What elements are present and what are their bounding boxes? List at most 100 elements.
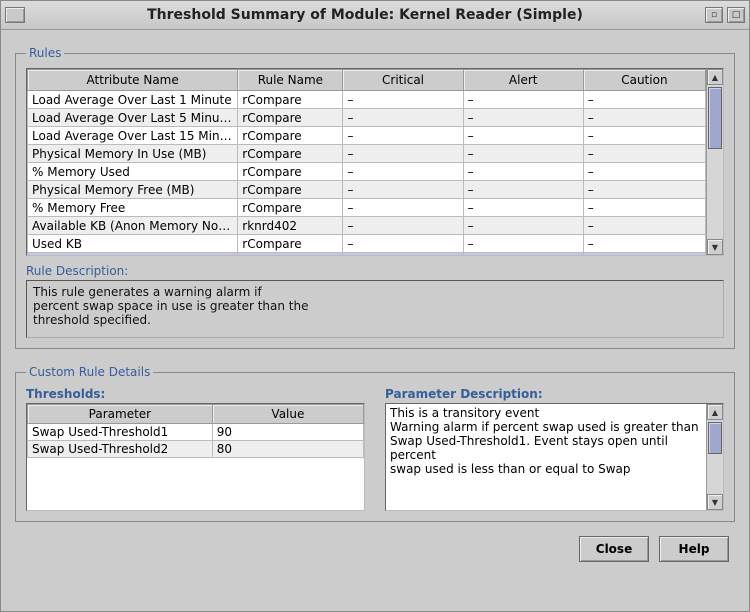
- window-menu-icon[interactable]: [5, 7, 25, 23]
- cell-attribute: Used KB: [28, 235, 238, 253]
- cell-alert: –: [463, 235, 583, 253]
- parameter-desc-label: Parameter Description:: [385, 387, 724, 401]
- rules-table: Attribute Name Rule Name Critical Alert …: [27, 69, 706, 255]
- cell-critical: –: [343, 181, 463, 199]
- dialog-button-row: Close Help: [15, 530, 735, 562]
- cell-critical: –: [343, 163, 463, 181]
- cell-caution: –: [583, 181, 705, 199]
- cell-attribute: Load Average Over Last 15 Minutes: [28, 127, 238, 145]
- col-header-value[interactable]: Value: [212, 405, 363, 424]
- cell-parameter: Swap Used-Threshold2: [28, 441, 213, 458]
- cell-caution: –: [583, 217, 705, 235]
- cell-alert: –: [463, 181, 583, 199]
- cell-rule: rCompare: [238, 199, 343, 217]
- cell-rule: rCompare: [238, 163, 343, 181]
- custom-rule-details-group: Custom Rule Details Thresholds: Paramete…: [15, 365, 735, 522]
- thresholds-table: Parameter Value Swap Used-Threshold190Sw…: [27, 404, 364, 458]
- scroll-up-icon[interactable]: ▲: [707, 404, 723, 420]
- cell-attribute: % Memory Free: [28, 199, 238, 217]
- table-row[interactable]: Physical Memory In Use (MB)rCompare–––: [28, 145, 706, 163]
- cell-critical: –: [343, 145, 463, 163]
- titlebar: Threshold Summary of Module: Kernel Read…: [1, 1, 749, 30]
- cell-attribute: % Swap Used: [28, 253, 238, 256]
- parameter-desc-container: This is a transitory event Warning alarm…: [385, 403, 724, 511]
- rules-legend: Rules: [26, 46, 64, 60]
- table-row[interactable]: Swap Used-Threshold190: [28, 424, 364, 441]
- cell-rule: rCompare: [238, 127, 343, 145]
- table-row[interactable]: Available KB (Anon Memory Not …rknrd402 –…: [28, 217, 706, 235]
- cell-caution: –: [583, 109, 705, 127]
- table-row[interactable]: Swap Used-Threshold280: [28, 441, 364, 458]
- thresholds-table-container: Parameter Value Swap Used-Threshold190Sw…: [26, 403, 365, 511]
- col-header-attribute[interactable]: Attribute Name: [28, 70, 238, 91]
- table-row[interactable]: % Memory FreerCompare–––: [28, 199, 706, 217]
- dialog-content: Rules Attribute Name Rule Name Critical: [1, 30, 749, 611]
- cell-attribute: Load Average Over Last 1 Minute: [28, 91, 238, 109]
- col-header-critical[interactable]: Critical: [343, 70, 463, 91]
- cell-alert: –: [463, 145, 583, 163]
- scroll-track[interactable]: [707, 420, 723, 494]
- cell-attribute: Physical Memory Free (MB): [28, 181, 238, 199]
- custom-inner: Thresholds: Parameter Value Swap Used-Th…: [26, 387, 724, 511]
- rules-table-container: Attribute Name Rule Name Critical Alert …: [26, 68, 724, 256]
- table-row[interactable]: Load Average Over Last 15 MinutesrCompar…: [28, 127, 706, 145]
- rule-description-label: Rule Description:: [26, 264, 724, 278]
- table-row[interactable]: Physical Memory Free (MB)rCompare–––: [28, 181, 706, 199]
- table-row[interactable]: Used KBrCompare–––: [28, 235, 706, 253]
- rules-group: Rules Attribute Name Rule Name Critical: [15, 46, 735, 349]
- close-button[interactable]: Close: [579, 536, 649, 562]
- cell-alert: –: [463, 217, 583, 235]
- cell-alert: –: [463, 199, 583, 217]
- col-header-alert[interactable]: Alert: [463, 70, 583, 91]
- dialog-window: Threshold Summary of Module: Kernel Read…: [0, 0, 750, 612]
- cell-attribute: Available KB (Anon Memory Not …: [28, 217, 238, 235]
- cell-rule: rCompare: [238, 91, 343, 109]
- col-header-parameter[interactable]: Parameter: [28, 405, 213, 424]
- cell-parameter: Swap Used-Threshold1: [28, 424, 213, 441]
- table-row[interactable]: Load Average Over Last 1 MinuterCompare –…: [28, 91, 706, 109]
- cell-alert: –: [463, 163, 583, 181]
- cell-rule: rCompare: [238, 235, 343, 253]
- cell-critical: –: [343, 127, 463, 145]
- cell-attribute: % Memory Used: [28, 163, 238, 181]
- scroll-down-icon[interactable]: ▼: [707, 239, 723, 255]
- param-scrollbar[interactable]: ▲ ▼: [706, 404, 723, 510]
- scroll-thumb[interactable]: [708, 87, 722, 149]
- parameter-desc-panel: Parameter Description: This is a transit…: [385, 387, 724, 511]
- scroll-down-icon[interactable]: ▼: [707, 494, 723, 510]
- cell-rule: rCompare: [238, 109, 343, 127]
- cell-critical: –: [343, 109, 463, 127]
- minimize-icon[interactable]: ▫: [705, 7, 723, 23]
- scroll-thumb[interactable]: [708, 422, 722, 454]
- cell-critical: –: [343, 253, 463, 256]
- rule-description-text: This rule generates a warning alarm if p…: [26, 280, 724, 338]
- cell-caution: –: [583, 127, 705, 145]
- cell-attribute: Load Average Over Last 5 Minutes: [28, 109, 238, 127]
- cell-value: 90: [212, 424, 363, 441]
- window-controls: ▫ □: [705, 7, 745, 23]
- col-header-caution[interactable]: Caution: [583, 70, 705, 91]
- cell-caution: –: [583, 145, 705, 163]
- col-header-rule[interactable]: Rule Name: [238, 70, 343, 91]
- cell-rule: rknrd102: [238, 253, 343, 256]
- cell-caution: –: [583, 163, 705, 181]
- cell-alert: –: [463, 91, 583, 109]
- scroll-track[interactable]: [707, 85, 723, 239]
- help-button[interactable]: Help: [659, 536, 729, 562]
- scroll-up-icon[interactable]: ▲: [707, 69, 723, 85]
- table-row[interactable]: % Swap Usedrknrd102–––: [28, 253, 706, 256]
- table-row[interactable]: Load Average Over Last 5 MinutesrCompare…: [28, 109, 706, 127]
- cell-alert: –: [463, 127, 583, 145]
- cell-rule: rCompare: [238, 145, 343, 163]
- rules-scrollbar[interactable]: ▲ ▼: [706, 69, 723, 255]
- table-row[interactable]: % Memory UsedrCompare–––: [28, 163, 706, 181]
- maximize-icon[interactable]: □: [727, 7, 745, 23]
- cell-caution: –: [583, 199, 705, 217]
- rules-table-scroll: Attribute Name Rule Name Critical Alert …: [27, 69, 706, 255]
- window-title: Threshold Summary of Module: Kernel Read…: [25, 7, 705, 23]
- cell-rule: rknrd402: [238, 217, 343, 235]
- cell-critical: –: [343, 199, 463, 217]
- parameter-desc-text: This is a transitory event Warning alarm…: [386, 404, 706, 510]
- thresholds-label: Thresholds:: [26, 387, 365, 401]
- thresholds-panel: Thresholds: Parameter Value Swap Used-Th…: [26, 387, 365, 511]
